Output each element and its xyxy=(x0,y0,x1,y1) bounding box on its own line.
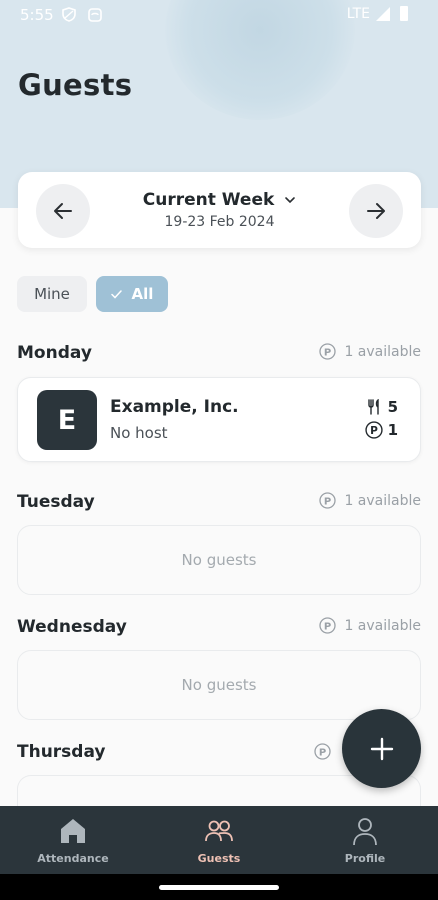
svg-text:P: P xyxy=(324,347,331,358)
parking-icon: P xyxy=(314,743,331,760)
svg-text:P: P xyxy=(324,496,331,507)
filter-all-chip[interactable]: All xyxy=(96,276,168,312)
bottom-navigation: Attendance Guests Profile xyxy=(0,806,438,874)
svg-text:P: P xyxy=(324,621,331,632)
nav-label-guests: Guests xyxy=(197,852,241,865)
day-label-monday: Monday xyxy=(17,343,92,363)
system-navigation-bar xyxy=(0,874,438,900)
availability-text: 1 available xyxy=(344,343,421,360)
availability-text: 1 available xyxy=(344,492,421,509)
day-label-tuesday: Tuesday xyxy=(17,492,95,512)
availability-wednesday: P 1 available xyxy=(319,617,421,634)
home-gesture-handle[interactable] xyxy=(159,885,279,890)
empty-guests-text: No guests xyxy=(181,551,257,569)
week-selector: Current Week 19-23 Feb 2024 xyxy=(18,172,421,248)
empty-guests-wednesday: No guests xyxy=(17,650,421,720)
page-title: Guests xyxy=(18,68,133,102)
parking-icon: P xyxy=(364,421,383,439)
availability-monday: P 1 available xyxy=(319,343,421,360)
home-icon xyxy=(61,819,85,843)
empty-guests-tuesday: No guests xyxy=(17,525,421,595)
chevron-down-icon xyxy=(285,197,296,204)
host-name: No host xyxy=(110,424,168,442)
svg-text:P: P xyxy=(370,425,378,437)
day-label-wednesday: Wednesday xyxy=(17,617,127,637)
meals-count: 5 xyxy=(387,398,398,416)
arrow-right-icon xyxy=(367,203,385,219)
week-title: Current Week xyxy=(142,190,275,210)
parking-stat: P 1 xyxy=(364,421,398,439)
parking-count: 1 xyxy=(387,421,398,439)
nav-label-profile: Profile xyxy=(344,852,386,865)
cutlery-icon xyxy=(367,399,379,415)
people-icon xyxy=(205,820,233,842)
filter-all-label: All xyxy=(131,285,154,303)
signal-icon xyxy=(376,7,390,21)
day-label-thursday: Thursday xyxy=(17,742,106,762)
guest-card[interactable]: E Example, Inc. No host 5 P 1 xyxy=(17,377,421,462)
status-time: 5:55 xyxy=(20,6,54,24)
empty-guests-text: No guests xyxy=(181,676,257,694)
person-icon xyxy=(353,818,377,846)
company-name: Example, Inc. xyxy=(110,397,239,417)
status-bar: 5:55 LTE xyxy=(0,0,438,30)
nav-label-attendance: Attendance xyxy=(37,852,109,865)
availability-tuesday: P 1 available xyxy=(319,492,421,509)
filter-mine-chip[interactable]: Mine xyxy=(17,276,87,312)
nav-item-attendance[interactable]: Attendance xyxy=(0,806,146,874)
parking-icon: P xyxy=(319,343,337,360)
nav-item-guests[interactable]: Guests xyxy=(146,806,292,874)
parking-icon: P xyxy=(319,492,337,509)
svg-text:P: P xyxy=(319,747,326,758)
network-type: LTE xyxy=(346,6,370,22)
availability-text: 1 available xyxy=(344,617,421,634)
filter-mine-label: Mine xyxy=(34,285,70,303)
company-avatar: E xyxy=(37,390,97,450)
plus-icon xyxy=(370,737,393,760)
next-week-button[interactable] xyxy=(349,184,403,238)
nav-item-profile[interactable]: Profile xyxy=(292,806,438,874)
battery-icon xyxy=(400,6,408,21)
parking-icon: P xyxy=(319,617,337,634)
check-icon xyxy=(110,289,122,299)
add-guest-button[interactable] xyxy=(342,709,421,788)
app-notification-icon xyxy=(88,8,102,22)
shield-icon xyxy=(62,7,76,22)
meals-stat: 5 xyxy=(367,398,398,416)
